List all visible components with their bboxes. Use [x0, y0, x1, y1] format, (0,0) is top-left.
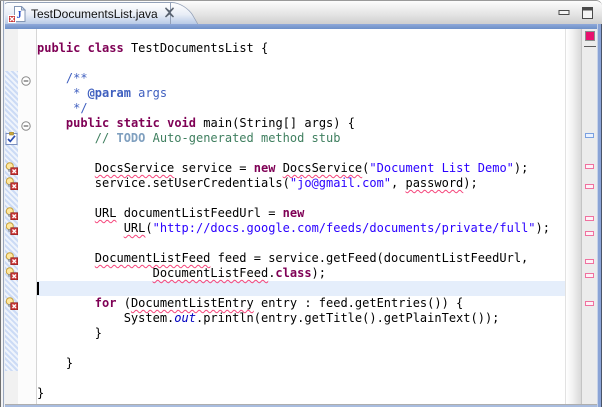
overview-error-marker[interactable] — [585, 259, 594, 264]
error-overlay-icon — [8, 15, 16, 23]
error-marker-icon[interactable] — [5, 162, 18, 175]
overview-error-marker[interactable] — [585, 231, 594, 236]
overview-error-marker[interactable] — [585, 216, 594, 221]
maximize-icon[interactable] — [581, 6, 594, 24]
minimize-icon[interactable] — [558, 6, 571, 24]
overview-task-marker[interactable] — [585, 133, 594, 138]
code-line[interactable]: DocsService service = new DocsService("D… — [37, 161, 565, 176]
error-marker-icon[interactable] — [5, 252, 18, 265]
error-summary-indicator[interactable] — [585, 31, 595, 41]
code-line[interactable]: } — [37, 356, 565, 371]
overview-ruler-divider — [584, 46, 596, 47]
fold-collapse-icon[interactable] — [21, 73, 31, 83]
annotation-ruler[interactable] — [5, 29, 18, 404]
code-line[interactable]: // TODO Auto-generated method stub — [37, 131, 565, 146]
java-file-icon: J — [10, 6, 26, 22]
code-line[interactable]: URL("http://docs.google.com/feeds/docume… — [37, 221, 565, 236]
tab-testdocumentslist[interactable]: J TestDocumentsList.java — [3, 2, 171, 24]
code-line[interactable] — [37, 191, 565, 206]
code-line[interactable]: URL documentListFeedUrl = new — [37, 206, 565, 221]
svg-text:J: J — [17, 10, 22, 21]
overview-ruler[interactable] — [581, 29, 597, 404]
error-marker-icon[interactable] — [5, 267, 18, 280]
code-line[interactable]: } — [37, 326, 565, 341]
code-line[interactable]: } — [37, 386, 565, 401]
editor-window: J TestDocumentsList.java — [0, 0, 602, 407]
code-line[interactable] — [37, 341, 565, 356]
code-line[interactable]: /** — [37, 71, 565, 86]
code-line[interactable]: public static void main(String[] args) { — [37, 116, 565, 131]
code-line[interactable] — [37, 146, 565, 161]
error-marker-icon[interactable] — [5, 222, 18, 235]
code-line[interactable]: DocumentListFeed feed = service.getFeed(… — [37, 251, 565, 266]
view-buttons — [558, 6, 594, 24]
code-line[interactable] — [37, 281, 565, 296]
code-line[interactable]: public class TestDocumentsList { — [37, 41, 565, 56]
code-line[interactable]: for (DocumentListEntry entry : feed.getE… — [37, 296, 565, 311]
code-line[interactable]: System.out.println(entry.getTitle().getP… — [37, 311, 565, 326]
vertical-scrollbar[interactable] — [565, 29, 581, 404]
code-line[interactable]: * @param args — [37, 86, 565, 101]
text-cursor — [37, 282, 39, 295]
task-marker-icon[interactable] — [5, 132, 18, 145]
code-lines: public class TestDocumentsList { /** * @… — [37, 29, 565, 404]
error-marker-icon[interactable] — [5, 297, 18, 310]
editor-body: public class TestDocumentsList { /** * @… — [5, 29, 597, 404]
overview-error-marker[interactable] — [585, 164, 594, 169]
editor-tab-bar: J TestDocumentsList.java — [0, 1, 602, 24]
overview-error-marker[interactable] — [585, 301, 594, 306]
range-indicator — [5, 71, 18, 371]
code-line[interactable] — [37, 56, 565, 71]
tab-title: TestDocumentsList.java — [31, 7, 158, 21]
window-border-right — [597, 24, 602, 407]
overview-error-marker[interactable] — [585, 273, 594, 278]
code-line[interactable]: */ — [37, 101, 565, 116]
fold-collapse-icon[interactable] — [21, 118, 31, 128]
code-line[interactable]: service.setUserCredentials("jo@gmail.com… — [37, 176, 565, 191]
overview-error-marker[interactable] — [585, 184, 594, 189]
error-marker-icon[interactable] — [5, 207, 18, 220]
window-border-left — [0, 1, 5, 407]
error-marker-icon[interactable] — [5, 177, 18, 190]
close-icon[interactable] — [164, 5, 175, 23]
code-line[interactable] — [37, 371, 565, 386]
code-line[interactable]: DocumentListFeed.class); — [37, 266, 565, 281]
code-line[interactable] — [37, 236, 565, 251]
